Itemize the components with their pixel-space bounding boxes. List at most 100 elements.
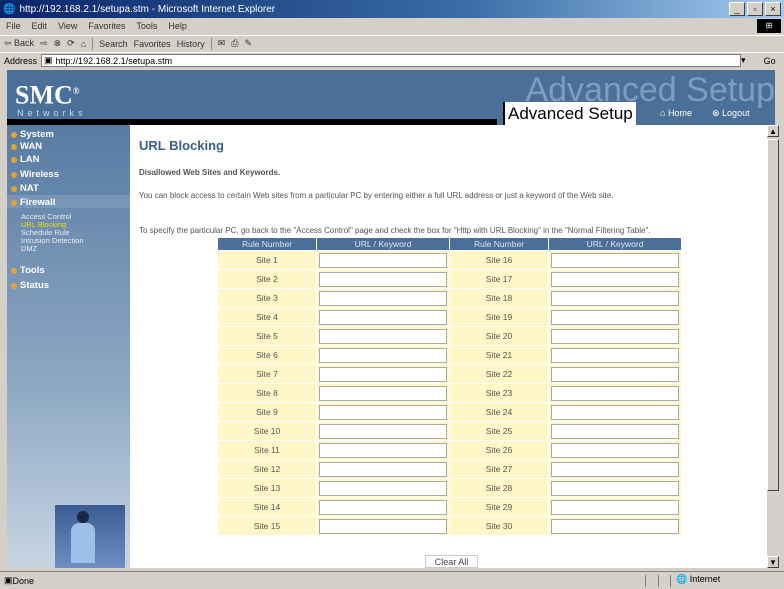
url-cell (548, 307, 682, 327)
rule-number-cell: Site 13 (217, 478, 317, 498)
sidebar-item-nat[interactable]: NAT (11, 183, 39, 194)
url-keyword-input[interactable] (319, 271, 447, 287)
url-keyword-input[interactable] (551, 385, 679, 401)
col-header-rule-number: Rule Number (217, 237, 317, 251)
url-keyword-input[interactable] (319, 328, 447, 344)
scroll-up-icon[interactable]: ▲ (767, 125, 779, 137)
vertical-scrollbar[interactable]: ▲ ▼ (766, 125, 779, 568)
table-row: Site 4 Site 19 (217, 307, 682, 327)
url-keyword-input[interactable] (551, 461, 679, 477)
home-icon[interactable]: ⌂ (81, 39, 86, 49)
mail-icon[interactable]: ✉ (218, 38, 226, 49)
minimize-button[interactable]: _ (729, 2, 745, 16)
table-row: Site 15 Site 30 (217, 516, 682, 536)
rule-number-cell: Site 4 (217, 307, 317, 327)
url-keyword-input[interactable] (319, 499, 447, 515)
url-keyword-input[interactable] (551, 347, 679, 363)
table-header-row: Rule Number URL / Keyword Rule Number UR… (217, 237, 682, 251)
sidebar-item-firewall[interactable]: Firewall (11, 197, 55, 208)
home-link[interactable]: ⌂ Home (660, 108, 692, 118)
menu-edit[interactable]: Edit (32, 21, 48, 31)
bullet-icon (11, 282, 17, 289)
history-button[interactable]: History (177, 39, 205, 49)
url-cell (548, 383, 682, 403)
url-keyword-input[interactable] (551, 442, 679, 458)
sidebar-sub-dmz[interactable]: DMZ (21, 245, 37, 253)
url-keyword-input[interactable] (319, 404, 447, 420)
menu-favorites[interactable]: Favorites (88, 21, 125, 31)
menu-tools[interactable]: Tools (136, 21, 157, 31)
table-row: Site 13 Site 28 (217, 478, 682, 498)
sidebar-item-system[interactable]: System (11, 129, 54, 140)
url-keyword-input[interactable] (551, 404, 679, 420)
rule-number-cell: Site 18 (449, 288, 549, 308)
forward-button[interactable]: ⇨ (40, 38, 48, 49)
url-keyword-input[interactable] (551, 518, 679, 534)
table-row: Site 6 Site 21 (217, 345, 682, 365)
edit-icon[interactable]: ✎ (244, 38, 252, 49)
ie-icon: 🌐 (3, 3, 16, 15)
sidebar-sub-access-control[interactable]: Access Control (21, 213, 71, 221)
url-keyword-input[interactable] (551, 252, 679, 268)
dropdown-icon[interactable]: ▾ (741, 55, 746, 66)
back-button[interactable]: ⇦ Back (4, 38, 34, 49)
refresh-icon[interactable]: ⟳ (67, 38, 75, 49)
url-keyword-input[interactable] (551, 328, 679, 344)
search-button[interactable]: Search (99, 39, 128, 49)
sidebar-sub-schedule-rule[interactable]: Schedule Rule (21, 229, 70, 237)
favorites-button[interactable]: Favorites (134, 39, 171, 49)
sidebar-sub-url-blocking[interactable]: URL Blocking (21, 221, 66, 229)
description-text: You can block access to certain Web site… (139, 191, 614, 200)
url-keyword-input[interactable] (551, 423, 679, 439)
scroll-thumb[interactable] (767, 139, 779, 491)
rule-number-cell: Site 1 (217, 250, 317, 270)
stop-icon[interactable]: ⊗ (54, 38, 62, 49)
go-button[interactable]: Go (764, 56, 776, 66)
url-keyword-input[interactable] (551, 366, 679, 382)
url-keyword-input[interactable] (319, 480, 447, 496)
print-icon[interactable]: ⎙ (231, 38, 238, 49)
bullet-icon (11, 156, 17, 163)
url-keyword-input[interactable] (319, 347, 447, 363)
url-keyword-input[interactable] (319, 461, 447, 477)
sidebar-item-wireless[interactable]: Wireless (11, 169, 59, 180)
url-cell (316, 421, 450, 441)
close-button[interactable]: × (765, 2, 781, 16)
url-keyword-input[interactable] (551, 499, 679, 515)
maximize-button[interactable]: ▫ (747, 2, 763, 16)
clear-all-button[interactable]: Clear All (425, 555, 478, 568)
sidebar-item-status[interactable]: Status (11, 280, 49, 291)
url-keyword-input[interactable] (319, 366, 447, 382)
sidebar-item-wan[interactable]: WAN (11, 141, 42, 152)
sidebar-item-lan[interactable]: LAN (11, 154, 40, 165)
sidebar-sub-intrusion-detection[interactable]: Intrusion Detection (21, 237, 84, 245)
url-keyword-input[interactable] (551, 290, 679, 306)
page-icon: ▣ (44, 55, 53, 65)
url-keyword-input[interactable] (319, 518, 447, 534)
rule-number-cell: Site 22 (449, 364, 549, 384)
url-keyword-input[interactable] (319, 423, 447, 439)
url-keyword-input[interactable] (319, 442, 447, 458)
table-row: Site 9 Site 24 (217, 402, 682, 422)
sidebar-item-tools[interactable]: Tools (11, 265, 45, 276)
url-keyword-input[interactable] (551, 271, 679, 287)
menu-help[interactable]: Help (168, 21, 187, 31)
menu-file[interactable]: File (6, 21, 21, 31)
url-cell (316, 478, 450, 498)
url-keyword-input[interactable] (551, 309, 679, 325)
logout-link[interactable]: ⊗ Logout (712, 108, 750, 119)
url-cell (548, 326, 682, 346)
rule-number-cell: Site 29 (449, 497, 549, 517)
menu-view[interactable]: View (58, 21, 77, 31)
url-keyword-input[interactable] (319, 385, 447, 401)
address-input[interactable]: ▣ http://192.168.2.1/setupa.stm (41, 54, 742, 67)
rule-number-cell: Site 16 (449, 250, 549, 270)
page-title: URL Blocking (139, 138, 224, 153)
scroll-down-icon[interactable]: ▼ (767, 556, 779, 568)
url-cell (316, 402, 450, 422)
url-keyword-input[interactable] (319, 309, 447, 325)
url-keyword-input[interactable] (319, 290, 447, 306)
rule-number-cell: Site 5 (217, 326, 317, 346)
url-keyword-input[interactable] (319, 252, 447, 268)
url-keyword-input[interactable] (551, 480, 679, 496)
